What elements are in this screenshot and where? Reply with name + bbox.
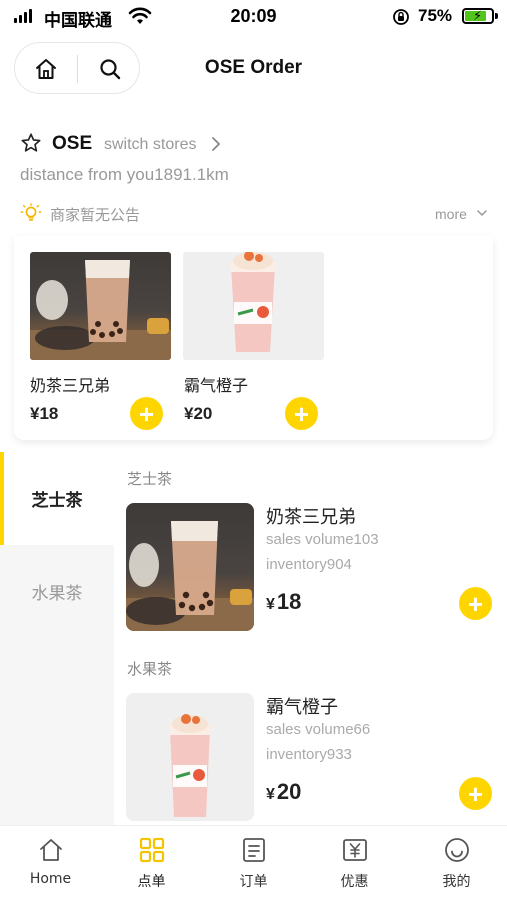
coupon-tab-icon bbox=[343, 839, 367, 861]
product-price: ¥20 bbox=[266, 779, 302, 804]
milk-tea-image bbox=[30, 260, 171, 360]
product-inventory: inventory904 bbox=[266, 556, 352, 573]
recommend-item-image[interactable] bbox=[30, 252, 171, 360]
battery-icon: ⚡ bbox=[462, 8, 494, 24]
chevron-right-icon bbox=[212, 137, 221, 151]
tab-label: 优惠 bbox=[340, 874, 369, 890]
store-distance: distance from you1891.1km bbox=[20, 165, 229, 184]
product-inventory: inventory933 bbox=[266, 746, 352, 763]
tab-home[interactable]: Home bbox=[0, 826, 101, 900]
recommend-item-name: 奶茶三兄弟 bbox=[30, 376, 111, 395]
product-sales: sales volume66 bbox=[266, 721, 371, 738]
order-tab-icon bbox=[243, 838, 265, 862]
product-name: 奶茶三兄弟 bbox=[266, 507, 356, 528]
section-title: 水果茶 bbox=[127, 660, 173, 678]
battery-percent: 75% bbox=[418, 6, 453, 25]
store-name: OSE bbox=[52, 133, 93, 154]
plus-icon: + bbox=[467, 778, 484, 809]
add-to-cart-button[interactable]: + bbox=[130, 397, 163, 430]
tab-label: 订单 bbox=[239, 874, 268, 890]
recommend-item-image[interactable] bbox=[183, 252, 324, 360]
bottom-tab-bar: Home 点单 订单 优惠 我的 bbox=[0, 825, 507, 900]
product-name: 霸气橙子 bbox=[266, 697, 338, 718]
battery-tip bbox=[495, 13, 498, 19]
tab-label: 点单 bbox=[137, 874, 166, 890]
product-image[interactable] bbox=[126, 693, 254, 821]
status-bar: 中国联通 20:09 75% ⚡ bbox=[0, 0, 507, 34]
store-notice: 商家暂无公告 bbox=[50, 206, 141, 224]
home-tab-icon bbox=[40, 839, 62, 861]
plus-icon: + bbox=[467, 588, 484, 619]
product-sales: sales volume103 bbox=[266, 531, 379, 548]
recommend-item-price: ¥20 bbox=[184, 404, 213, 423]
product-image[interactable] bbox=[126, 503, 254, 631]
lightbulb-icon bbox=[20, 203, 42, 221]
profile-tab-icon bbox=[445, 838, 469, 862]
category-item-cheese-tea[interactable]: 芝士茶 bbox=[0, 452, 114, 545]
recommend-card bbox=[14, 236, 493, 440]
more-link[interactable]: more bbox=[435, 206, 467, 222]
tab-label: 我的 bbox=[442, 874, 471, 890]
favorite-star-icon[interactable] bbox=[20, 132, 42, 154]
page-title: OSE Order bbox=[204, 57, 303, 78]
plus-icon: + bbox=[138, 398, 155, 429]
milk-tea-image bbox=[126, 521, 254, 631]
category-sidebar: 芝士茶 水果茶 bbox=[0, 452, 114, 825]
grid-tab-icon bbox=[139, 837, 165, 863]
category-item-fruit-tea[interactable]: 水果茶 bbox=[0, 545, 114, 638]
category-label: 芝士茶 bbox=[31, 491, 83, 511]
recommend-item-name: 霸气橙子 bbox=[184, 376, 249, 395]
orange-tea-image bbox=[230, 252, 276, 352]
add-to-cart-button[interactable]: + bbox=[285, 397, 318, 430]
tab-orders[interactable]: 订单 bbox=[203, 826, 304, 900]
tab-coupons[interactable]: 优惠 bbox=[304, 826, 405, 900]
orientation-lock-icon bbox=[393, 9, 409, 25]
section-title: 芝士茶 bbox=[127, 470, 173, 488]
tab-profile[interactable]: 我的 bbox=[406, 826, 507, 900]
tab-label: Home bbox=[29, 871, 72, 887]
switch-stores-link[interactable]: switch stores bbox=[104, 136, 196, 154]
product-price: ¥18 bbox=[266, 589, 302, 614]
orange-tea-image bbox=[169, 714, 211, 817]
category-label: 水果茶 bbox=[31, 584, 83, 604]
tab-order-menu[interactable]: 点单 bbox=[101, 826, 202, 900]
recommend-item-price: ¥18 bbox=[30, 404, 59, 423]
plus-icon: + bbox=[293, 398, 310, 429]
add-to-cart-button[interactable]: + bbox=[459, 777, 492, 810]
add-to-cart-button[interactable]: + bbox=[459, 587, 492, 620]
chevron-down-icon bbox=[477, 210, 487, 217]
